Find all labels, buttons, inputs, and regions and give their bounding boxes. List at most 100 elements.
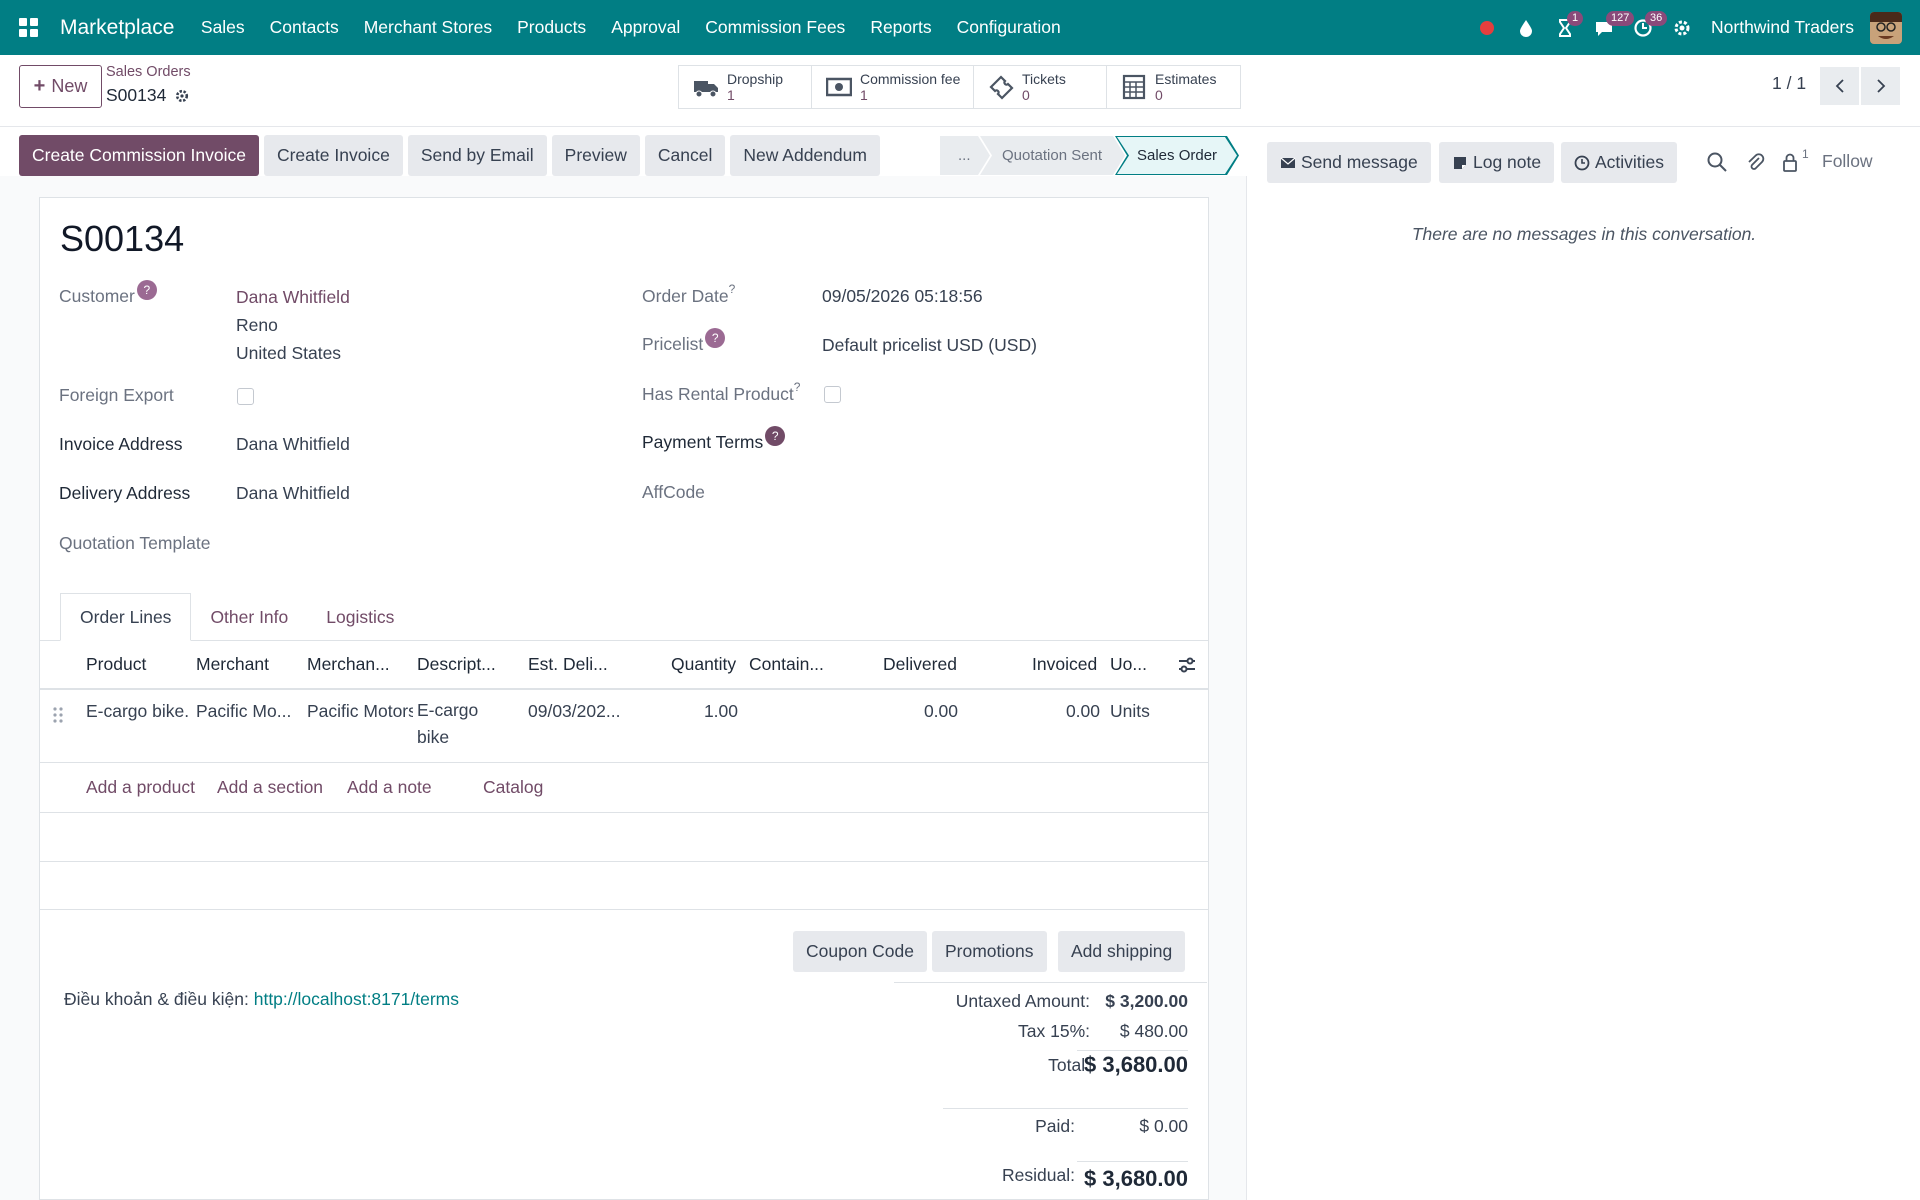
invoice-address-field[interactable]: Dana Whitfield — [236, 434, 350, 455]
activity-hourglass-icon[interactable]: 1 — [1545, 0, 1584, 55]
calculator-icon — [1122, 74, 1146, 100]
preview-button[interactable]: Preview — [551, 135, 640, 176]
menu-approval[interactable]: Approval — [599, 0, 693, 55]
help-icon[interactable]: ? — [765, 426, 786, 446]
menu-configuration[interactable]: Configuration — [944, 0, 1073, 55]
pager-next-button[interactable] — [1861, 67, 1900, 105]
tab-other-info[interactable]: Other Info — [191, 593, 307, 641]
stage-label: Sales Order — [1137, 147, 1218, 164]
pricelist-field[interactable]: Default pricelist USD (USD) — [822, 335, 1037, 356]
pager-previous-button[interactable] — [1820, 67, 1859, 105]
cancel-button[interactable]: Cancel — [644, 135, 726, 176]
menu-merchant-stores[interactable]: Merchant Stores — [351, 0, 504, 55]
settings-gear-icon[interactable] — [1662, 0, 1701, 55]
column-delivered[interactable]: Delivered — [883, 641, 957, 688]
catalog-link[interactable]: Catalog — [483, 777, 543, 798]
paperclip-icon[interactable] — [1744, 151, 1766, 173]
add-note-link[interactable]: Add a note — [347, 777, 432, 798]
cell-invoiced[interactable]: 0.00 — [1002, 701, 1100, 722]
create-invoice-button[interactable]: Create Invoice — [263, 135, 403, 176]
menu-reports[interactable]: Reports — [858, 0, 944, 55]
clock-icon[interactable]: 36 — [1623, 0, 1668, 55]
tab-order-lines[interactable]: Order Lines — [60, 593, 192, 641]
help-tooltip-icon[interactable]: ? — [794, 380, 801, 394]
tab-logistics[interactable]: Logistics — [307, 593, 413, 641]
column-merchant[interactable]: Merchant — [196, 641, 269, 688]
cell-merchant-store[interactable]: Pacific Motors — [307, 701, 413, 722]
app-brand[interactable]: Marketplace — [60, 16, 174, 40]
send-message-button[interactable]: Send message — [1267, 142, 1431, 183]
help-tooltip-icon[interactable]: ? — [729, 282, 736, 296]
app-menu-icon[interactable] — [0, 0, 56, 55]
coupon-code-button[interactable]: Coupon Code — [793, 931, 927, 972]
drag-handle-icon[interactable] — [53, 706, 63, 724]
terms-link[interactable]: http://localhost:8171/terms — [254, 989, 459, 1009]
add-section-link[interactable]: Add a section — [217, 777, 323, 798]
total-divider — [1077, 1050, 1188, 1051]
order-date-field[interactable]: 09/05/2026 05:18:56 — [822, 286, 983, 307]
status-sales-order[interactable]: Sales Order — [1115, 136, 1239, 175]
gear-icon[interactable] — [174, 88, 190, 104]
menu-sales[interactable]: Sales — [188, 0, 257, 55]
drop-icon[interactable] — [1506, 0, 1545, 55]
column-uom[interactable]: Uo... — [1110, 641, 1147, 688]
column-container[interactable]: Contain... — [749, 641, 824, 688]
recording-dot-icon[interactable] — [1467, 0, 1506, 55]
cell-product[interactable]: E-cargo bike. — [86, 701, 192, 722]
menu-products[interactable]: Products — [505, 0, 599, 55]
smart-button-dropship[interactable]: Dropship 1 — [679, 66, 812, 108]
menu-commission-fees[interactable]: Commission Fees — [693, 0, 858, 55]
new-button[interactable]: + New — [19, 65, 102, 108]
status-more-stages[interactable]: ... — [940, 136, 990, 175]
log-note-button[interactable]: Log note — [1439, 142, 1555, 183]
smart-button-commission-fee[interactable]: Commission fee 1 — [812, 66, 974, 108]
order-title: S00134 — [60, 218, 185, 259]
column-quantity[interactable]: Quantity — [671, 641, 736, 688]
company-switcher[interactable]: Northwind Traders — [1711, 17, 1854, 38]
cell-description[interactable]: E-cargo bike — [417, 697, 523, 751]
add-product-link[interactable]: Add a product — [86, 777, 195, 798]
cell-est-delivery[interactable]: 09/03/202... — [528, 701, 638, 722]
customer-field[interactable]: Dana Whitfield — [236, 287, 350, 308]
cell-quantity[interactable]: 1.00 — [640, 701, 738, 722]
send-by-email-button[interactable]: Send by Email — [407, 135, 547, 176]
follow-button[interactable]: Follow — [1822, 151, 1873, 172]
help-icon[interactable]: ? — [136, 280, 157, 300]
user-avatar[interactable] — [1870, 11, 1902, 44]
paid-divider — [943, 1108, 1188, 1109]
column-product[interactable]: Product — [86, 641, 146, 688]
rental-product-checkbox[interactable] — [824, 386, 841, 403]
menu-contacts[interactable]: Contacts — [257, 0, 351, 55]
chatter-panel: Send message Log note Activities 1 Follo… — [1248, 127, 1920, 1200]
column-est-delivery[interactable]: Est. Deli... — [528, 641, 608, 688]
cell-uom[interactable]: Units — [1110, 701, 1170, 722]
pager-value[interactable]: 1 / 1 — [1772, 73, 1806, 94]
messages-icon[interactable]: 127 — [1584, 0, 1635, 55]
lock-followers-icon[interactable] — [1780, 151, 1802, 173]
help-icon[interactable]: ? — [705, 328, 726, 348]
foreign-export-label: Foreign Export — [59, 385, 174, 405]
delivery-address-field[interactable]: Dana Whitfield — [236, 483, 350, 504]
search-icon[interactable] — [1706, 151, 1728, 173]
create-commission-invoice-button[interactable]: Create Commission Invoice — [19, 135, 259, 176]
column-description[interactable]: Descript... — [417, 641, 496, 688]
quotation-template-label: Quotation Template — [59, 533, 211, 553]
promotions-button[interactable]: Promotions — [932, 931, 1047, 972]
activities-button[interactable]: Activities — [1561, 142, 1678, 183]
empty-row — [40, 862, 1208, 910]
optional-columns-icon[interactable] — [1177, 655, 1197, 675]
add-shipping-button[interactable]: Add shipping — [1058, 931, 1186, 972]
smart-button-tickets[interactable]: Tickets 0 — [974, 66, 1107, 108]
table-row[interactable]: E-cargo bike. Pacific Mo... Pacific Moto… — [40, 691, 1208, 763]
new-addendum-button[interactable]: New Addendum — [730, 135, 880, 176]
paid-value: $ 0.00 — [1139, 1116, 1188, 1136]
cell-delivered[interactable]: 0.00 — [860, 701, 958, 722]
status-quotation-sent[interactable]: Quotation Sent — [980, 136, 1125, 175]
column-merchant-store[interactable]: Merchan... — [307, 641, 390, 688]
smart-button-estimates[interactable]: Estimates 0 — [1107, 66, 1240, 108]
column-invoiced[interactable]: Invoiced — [1032, 641, 1097, 688]
foreign-export-checkbox[interactable] — [237, 388, 254, 405]
cell-merchant[interactable]: Pacific Mo... — [196, 701, 303, 722]
chevron-right-icon — [1876, 79, 1885, 93]
breadcrumb-sales-orders[interactable]: Sales Orders — [106, 64, 191, 80]
